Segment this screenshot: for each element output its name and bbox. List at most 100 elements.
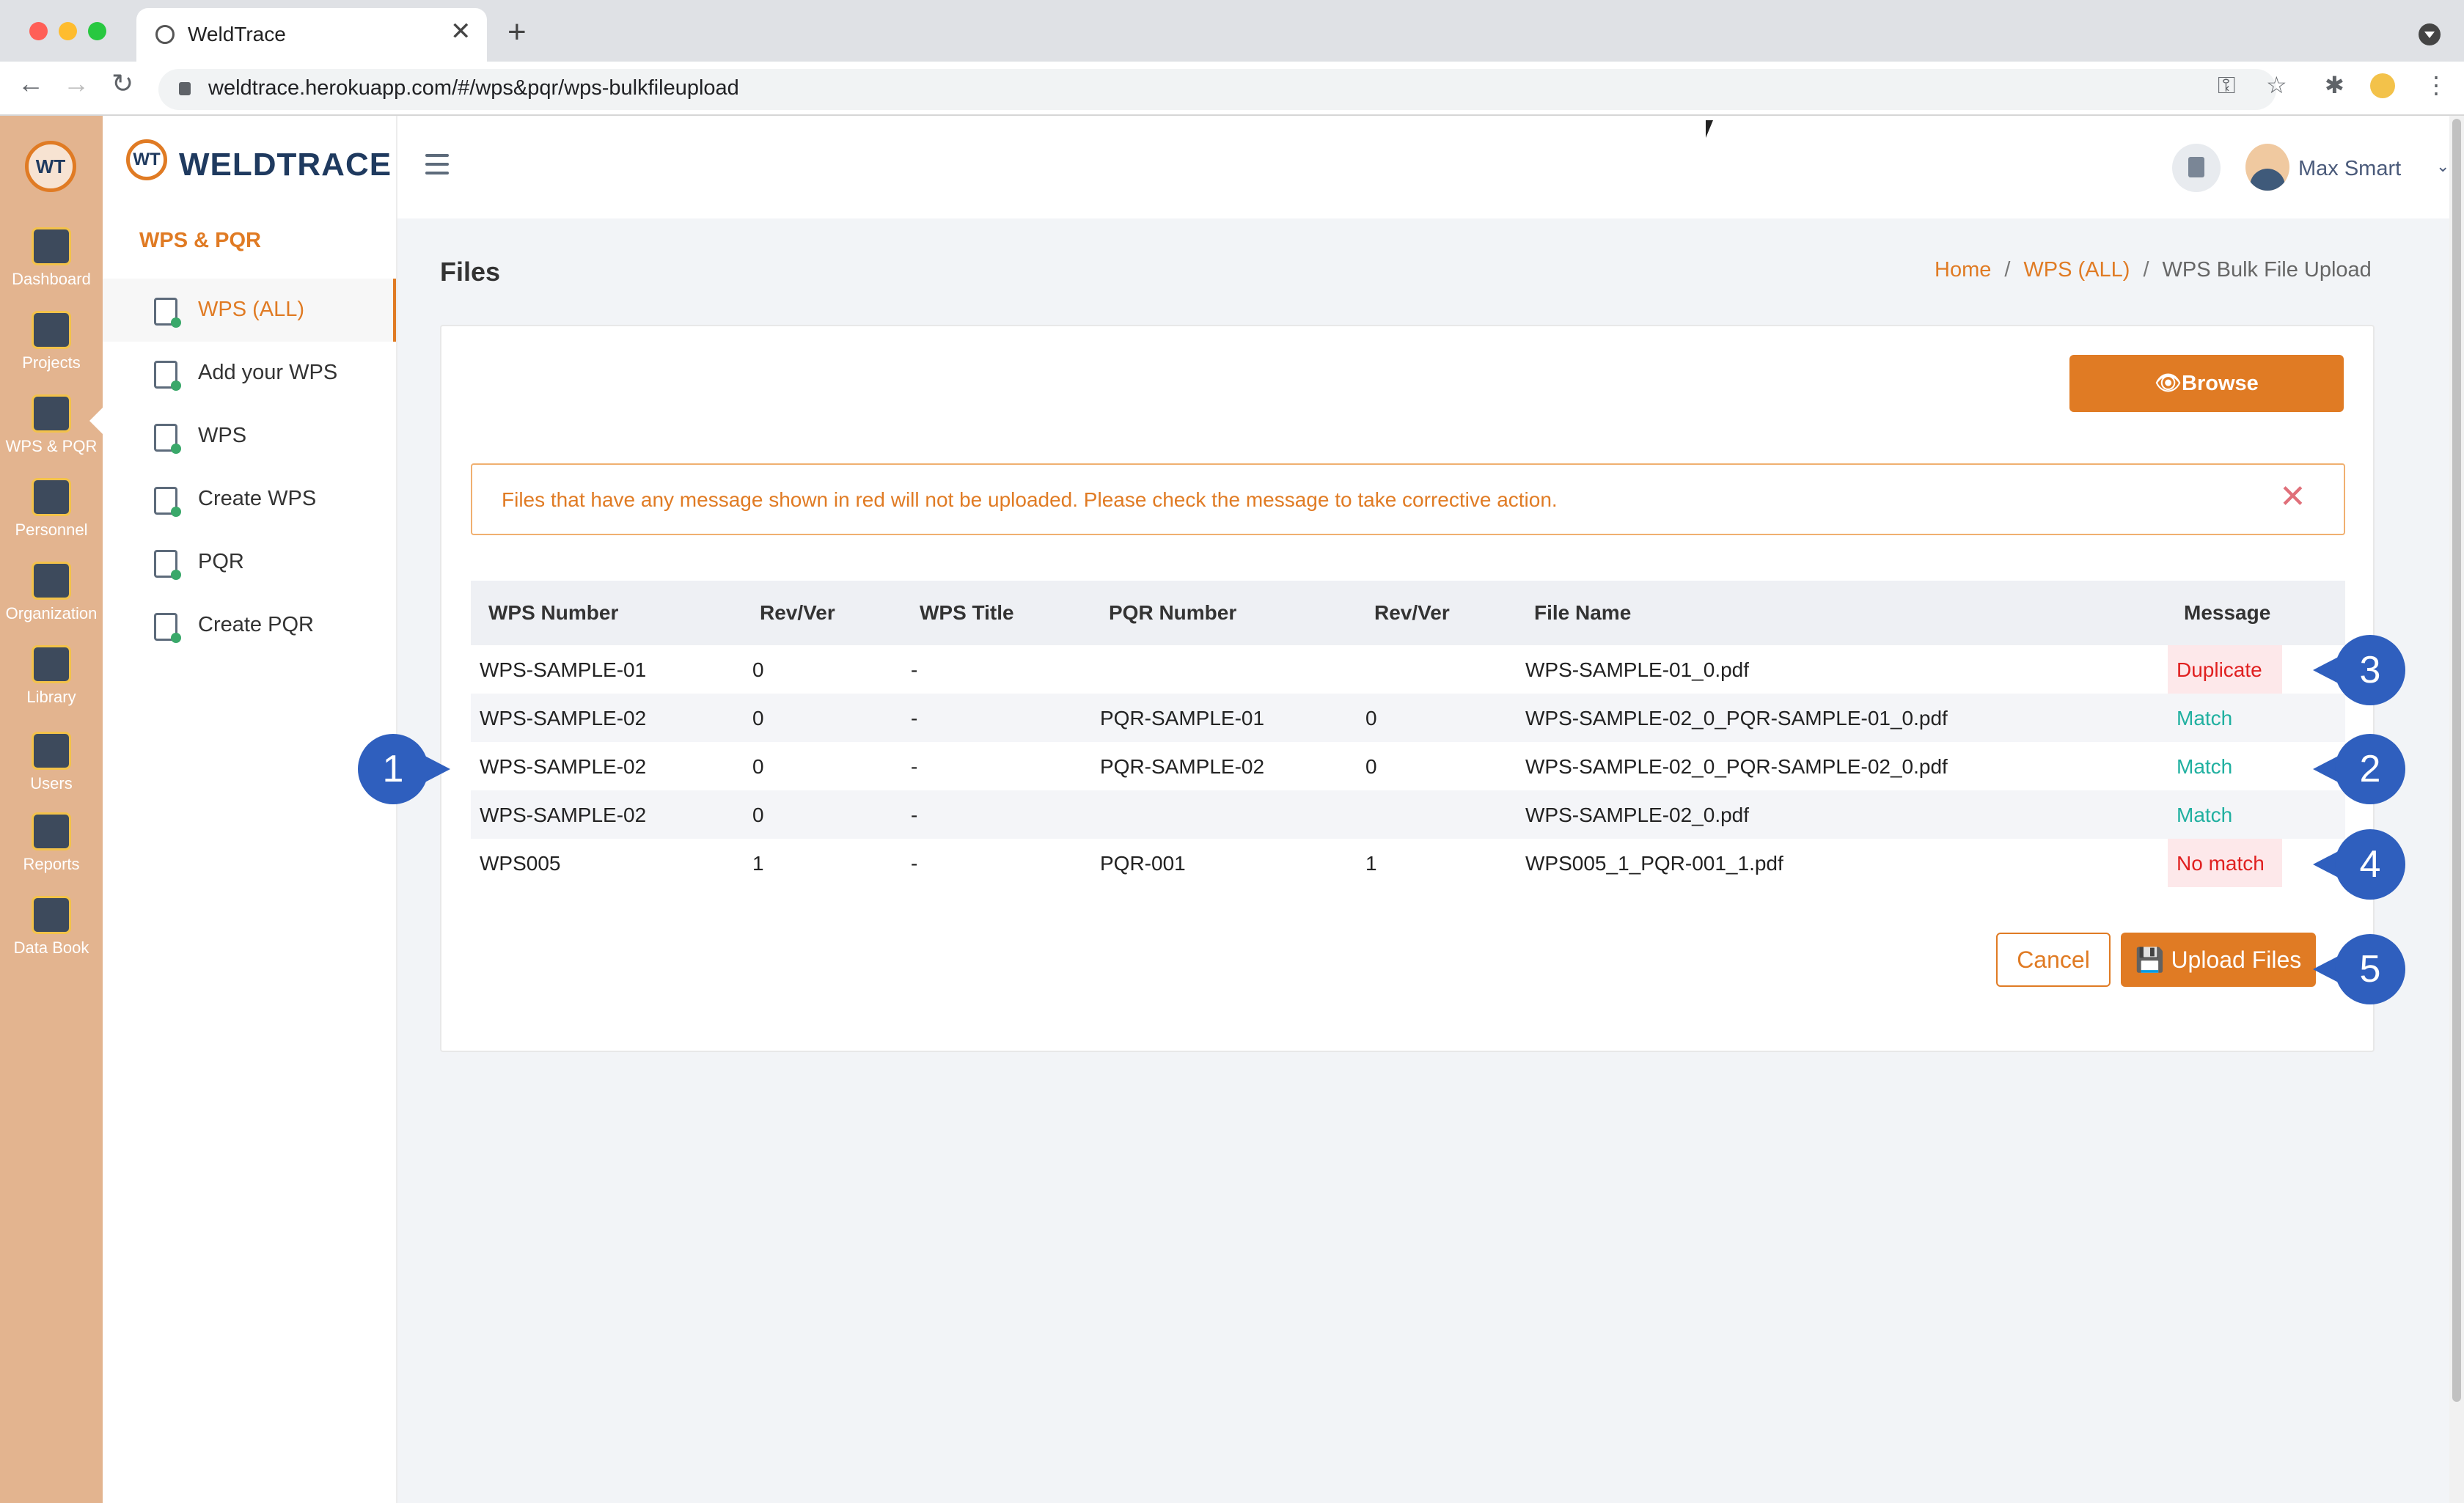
organization-icon bbox=[32, 562, 71, 600]
rail-item-dashboard[interactable]: Dashboard bbox=[0, 227, 103, 289]
users-icon bbox=[32, 732, 71, 770]
sidebar-item-add-your-wps[interactable]: Add your WPS bbox=[103, 342, 396, 405]
brand-logo-mark: WT bbox=[126, 139, 167, 180]
data-book-icon bbox=[32, 896, 71, 934]
url-text[interactable]: weldtrace.herokuapp.com/#/wps&pqr/wps-bu… bbox=[208, 76, 739, 100]
breadcrumb-home[interactable]: Home bbox=[1935, 258, 1991, 282]
cell-pqr-rev: 0 bbox=[1365, 707, 1377, 730]
hamburger-menu-icon[interactable] bbox=[425, 154, 449, 174]
sidebar-item-label: WPS bbox=[198, 424, 247, 447]
cell-wps-title: - bbox=[911, 707, 918, 730]
forward-button[interactable]: → bbox=[63, 70, 89, 97]
key-icon[interactable]: ⚿ bbox=[2218, 73, 2235, 97]
hamburger-line bbox=[425, 163, 449, 166]
cell-file-name: WPS-SAMPLE-02_0.pdf bbox=[1525, 804, 1750, 826]
sidebar-item-pqr[interactable]: PQR bbox=[103, 531, 396, 594]
breadcrumb-current: WPS Bulk File Upload bbox=[2162, 258, 2372, 282]
new-tab-button[interactable]: + bbox=[507, 16, 527, 48]
cancel-button[interactable]: Cancel bbox=[1996, 933, 2111, 987]
rail-item-reports[interactable]: Reports bbox=[0, 812, 103, 874]
status-badge: Duplicate bbox=[2177, 658, 2262, 681]
tab-title: WeldTrace bbox=[188, 23, 286, 45]
rail-item-users[interactable]: Users bbox=[0, 732, 103, 793]
window-zoom-button[interactable] bbox=[88, 22, 106, 40]
callout-number: 3 bbox=[2335, 635, 2405, 705]
app-logo[interactable]: WT bbox=[25, 141, 76, 192]
sidebar-item-label: WPS (ALL) bbox=[198, 298, 305, 321]
reload-button[interactable]: ↻ bbox=[111, 70, 133, 97]
sidebar-item-wps-all[interactable]: WPS (ALL) bbox=[103, 279, 396, 342]
cell-file-name: WPS-SAMPLE-02_0_PQR-SAMPLE-02_0.pdf bbox=[1525, 755, 1948, 778]
user-name[interactable]: Max Smart bbox=[2298, 157, 2401, 181]
rail-label: Organization bbox=[5, 604, 98, 622]
cell-rev: 1 bbox=[752, 852, 764, 875]
rail-item-wps-pqr[interactable]: WPS & PQR bbox=[0, 394, 103, 456]
back-button[interactable]: ← bbox=[18, 70, 44, 97]
rail-item-data-book[interactable]: Data Book bbox=[0, 896, 103, 958]
cell-wps-number: WPS-SAMPLE-02 bbox=[480, 707, 647, 730]
browser-menu-icon[interactable]: ⋮ bbox=[2424, 73, 2448, 97]
window-minimize-button[interactable] bbox=[59, 22, 77, 40]
document-add-icon bbox=[154, 361, 181, 391]
document-create-icon bbox=[154, 487, 181, 517]
window-close-button[interactable] bbox=[29, 22, 48, 40]
personnel-icon bbox=[32, 478, 71, 516]
cell-wps-title: - bbox=[911, 852, 918, 875]
sidebar-item-create-pqr[interactable]: Create PQR bbox=[103, 594, 396, 657]
table-row: WPS-SAMPLE-01 0 - WPS-SAMPLE-01_0.pdf Du… bbox=[471, 645, 2345, 694]
status-badge: Match bbox=[2177, 707, 2233, 730]
rail-item-personnel[interactable]: Personnel bbox=[0, 478, 103, 540]
notes-icon[interactable] bbox=[2172, 144, 2221, 192]
rail-item-library[interactable]: Library bbox=[0, 645, 103, 707]
extensions-icon[interactable]: ✱ bbox=[2325, 73, 2344, 97]
rail-label: Reports bbox=[23, 855, 80, 873]
active-rail-pointer bbox=[89, 408, 103, 434]
rail-label: WPS & PQR bbox=[5, 437, 98, 455]
breadcrumb-separator: / bbox=[2143, 258, 2149, 282]
column-header-file-name: File Name bbox=[1534, 601, 1632, 624]
document-create-icon bbox=[154, 613, 181, 643]
sidebar-item-wps[interactable]: WPS bbox=[103, 405, 396, 468]
cell-wps-title: - bbox=[911, 804, 918, 826]
breadcrumb: Home / WPS (ALL) / WPS Bulk File Upload bbox=[1935, 258, 2372, 282]
sidebar-section-title: WPS & PQR bbox=[139, 229, 261, 252]
status-badge: Match bbox=[2177, 804, 2233, 826]
column-header-pqr-number: PQR Number bbox=[1109, 601, 1237, 624]
bookmark-star-icon[interactable]: ☆ bbox=[2266, 73, 2287, 97]
cell-pqr-number: PQR-001 bbox=[1100, 852, 1186, 875]
sidebar-item-label: Add your WPS bbox=[198, 361, 338, 384]
callout-marker: 2 bbox=[2310, 734, 2405, 804]
close-icon[interactable]: ✕ bbox=[2279, 481, 2306, 513]
breadcrumb-wps-all[interactable]: WPS (ALL) bbox=[2023, 258, 2130, 282]
profile-icon[interactable] bbox=[2370, 73, 2395, 98]
sidebar-item-create-wps[interactable]: Create WPS bbox=[103, 468, 396, 531]
projects-icon bbox=[32, 311, 71, 349]
table-row: WPS-SAMPLE-02 0 - PQR-SAMPLE-01 0 WPS-SA… bbox=[471, 694, 2345, 742]
scrollbar-thumb[interactable] bbox=[2452, 119, 2461, 1402]
cell-wps-number: WPS005 bbox=[480, 852, 561, 875]
browse-button[interactable]: 👁Browse bbox=[2069, 355, 2344, 412]
chevron-down-icon[interactable]: ⌄ bbox=[2436, 157, 2449, 176]
rail-label: Dashboard bbox=[12, 270, 91, 288]
rail-item-organization[interactable]: Organization bbox=[0, 562, 103, 623]
hamburger-line bbox=[425, 172, 449, 174]
avatar[interactable] bbox=[2245, 144, 2289, 191]
cell-rev: 0 bbox=[752, 658, 764, 681]
sidebar-item-label: Create WPS bbox=[198, 487, 317, 510]
dashboard-icon bbox=[32, 227, 71, 265]
status-badge: Match bbox=[2177, 755, 2233, 778]
callout-marker: 4 bbox=[2310, 829, 2405, 900]
hamburger-line bbox=[425, 154, 449, 157]
wps-pqr-icon bbox=[32, 394, 71, 433]
rail-label: Projects bbox=[22, 353, 81, 372]
cell-wps-number: WPS-SAMPLE-02 bbox=[480, 804, 647, 826]
globe-icon bbox=[155, 25, 175, 44]
rail-item-projects[interactable]: Projects bbox=[0, 311, 103, 372]
callout-number: 5 bbox=[2335, 934, 2405, 1004]
upload-files-button[interactable]: 💾 Upload Files bbox=[2121, 933, 2316, 987]
table-row: WPS005 1 - PQR-001 1 WPS005_1_PQR-001_1.… bbox=[471, 839, 2345, 887]
tab-close-icon[interactable]: ✕ bbox=[450, 19, 472, 44]
tab-search-icon[interactable] bbox=[2419, 23, 2441, 45]
cell-wps-title: - bbox=[911, 658, 918, 681]
rail-label: Library bbox=[26, 688, 76, 706]
